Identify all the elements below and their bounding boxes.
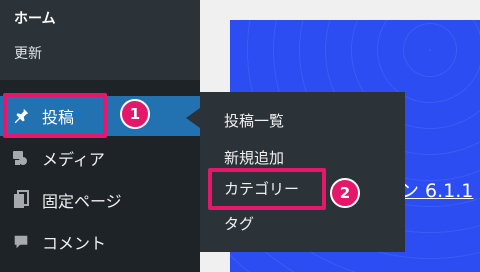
dashboard-submenu: ホーム 更新	[0, 0, 200, 80]
sidebar-item-label: コメント	[42, 234, 107, 253]
flyout-pointer	[186, 108, 200, 128]
sidebar-item-media[interactable]: メディア	[0, 138, 200, 178]
sidebar-item-update[interactable]: 更新	[14, 43, 42, 63]
media-icon	[10, 147, 32, 169]
categories-highlight-frame	[208, 168, 326, 210]
sidebar-item-label: 固定ページ	[42, 192, 122, 211]
sidebar-item-pages[interactable]: 固定ページ	[0, 180, 200, 220]
posts-highlight-frame	[3, 93, 107, 138]
sidebar-item-comments[interactable]: コメント	[0, 222, 200, 262]
sidebar-item-home[interactable]: ホーム	[14, 8, 56, 28]
flyout-item-tags[interactable]: タグ	[224, 213, 254, 234]
step-badge-1: 1	[120, 99, 150, 129]
step-badge-2: 2	[330, 178, 360, 208]
pages-icon	[10, 189, 32, 211]
flyout-item-all-posts[interactable]: 投稿一覧	[224, 110, 284, 131]
flyout-item-add-new[interactable]: 新規追加	[224, 147, 284, 168]
sidebar-item-label: メディア	[42, 150, 105, 169]
banner-version-link[interactable]: ン 6.1.1	[400, 176, 473, 203]
comment-icon	[10, 231, 32, 253]
